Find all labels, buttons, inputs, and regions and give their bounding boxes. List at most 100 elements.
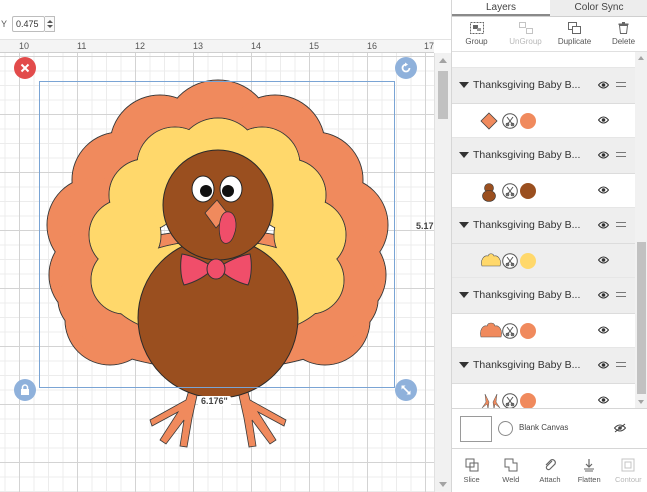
drag-handle-icon[interactable] — [616, 152, 626, 157]
scroll-up-icon[interactable] — [638, 56, 644, 60]
contour-icon — [621, 458, 635, 471]
eye-icon[interactable] — [598, 116, 609, 124]
width-dimension-label: 6.176" — [198, 396, 231, 406]
layer-color-swatch[interactable] — [520, 183, 536, 199]
resize-handle[interactable] — [395, 379, 417, 401]
attach-button[interactable]: Attach — [532, 458, 568, 484]
beak-thumbnail — [480, 112, 498, 130]
eye-icon[interactable] — [598, 186, 609, 194]
eye-icon[interactable] — [598, 221, 609, 229]
collapse-caret-icon[interactable] — [459, 362, 469, 368]
selection-box[interactable] — [39, 81, 395, 388]
panel-tabs: Layers Color Sync — [452, 0, 647, 17]
ruler-label: 10 — [19, 41, 30, 51]
eye-icon[interactable] — [598, 291, 609, 299]
drag-handle-icon[interactable] — [616, 82, 626, 87]
canvas-scrollbar[interactable] — [434, 53, 451, 492]
layer-row[interactable] — [452, 104, 635, 138]
layer-color-swatch[interactable] — [520, 393, 536, 408]
layer-row[interactable] — [452, 174, 635, 208]
weld-button[interactable]: Weld — [493, 458, 529, 484]
scissors-icon[interactable] — [502, 323, 518, 339]
tab-layers[interactable]: Layers — [452, 0, 550, 16]
horizontal-ruler: 10 11 12 13 14 15 16 17 — [0, 40, 434, 53]
stepper-down-icon[interactable] — [47, 25, 53, 28]
delete-button[interactable]: Delete — [600, 22, 647, 46]
layer-group-header[interactable]: Thanksgiving Baby B... — [452, 208, 635, 244]
delete-handle[interactable] — [14, 57, 36, 79]
layer-row[interactable] — [452, 314, 635, 348]
scrollbar-thumb[interactable] — [637, 242, 646, 394]
slice-label: Slice — [463, 474, 480, 484]
scissors-icon[interactable] — [502, 113, 518, 129]
height-dimension-label: 5.17 — [416, 221, 434, 231]
eye-icon[interactable] — [598, 81, 609, 89]
outer-feathers-thumbnail — [480, 322, 502, 338]
collapse-caret-icon[interactable] — [459, 292, 469, 298]
collapse-caret-icon[interactable] — [459, 222, 469, 228]
y-position-label: Y — [1, 19, 8, 29]
layer-group-name: Thanksgiving Baby B... — [473, 359, 581, 371]
resize-arrows-icon — [401, 385, 411, 395]
duplicate-button[interactable]: Duplicate — [551, 22, 599, 46]
ungroup-button[interactable]: UnGroup — [502, 22, 550, 46]
layer-row[interactable] — [452, 384, 635, 408]
flatten-label: Flatten — [577, 474, 601, 484]
layers-scrollbar[interactable] — [635, 52, 647, 408]
scrollbar-thumb[interactable] — [438, 71, 448, 119]
scroll-down-icon[interactable] — [439, 482, 447, 487]
drag-handle-icon[interactable] — [616, 292, 626, 297]
blank-canvas-row[interactable]: Blank Canvas — [452, 408, 647, 448]
collapse-caret-icon[interactable] — [459, 82, 469, 88]
eye-icon[interactable] — [598, 361, 609, 369]
ruler-label: 11 — [77, 41, 87, 51]
drag-handle-icon[interactable] — [616, 362, 626, 367]
delete-label: Delete — [611, 37, 636, 46]
ruler-label: 15 — [309, 41, 320, 51]
layer-row[interactable] — [452, 244, 635, 278]
tab-color-sync[interactable]: Color Sync — [550, 0, 647, 16]
layer-row[interactable] — [452, 52, 635, 68]
inner-feathers-thumbnail — [481, 253, 501, 267]
layer-group-header[interactable]: Thanksgiving Baby B... — [452, 348, 635, 384]
slice-button[interactable]: Slice — [454, 458, 490, 484]
eye-icon[interactable] — [598, 151, 609, 159]
body-thumbnail — [482, 183, 496, 202]
contour-label: Contour — [615, 474, 642, 484]
lock-proportions-handle[interactable] — [14, 379, 36, 401]
rotate-handle[interactable] — [395, 57, 417, 79]
blank-canvas-color-picker[interactable] — [498, 421, 513, 436]
layer-group-header[interactable]: Thanksgiving Baby B... — [452, 68, 635, 104]
eye-icon[interactable] — [598, 396, 609, 404]
layer-group-name: Thanksgiving Baby B... — [473, 79, 581, 91]
eye-hidden-icon[interactable] — [614, 423, 626, 433]
layer-group-header[interactable]: Thanksgiving Baby B... — [452, 278, 635, 314]
scissors-icon[interactable] — [502, 253, 518, 269]
eye-icon[interactable] — [598, 326, 609, 334]
stepper-up-icon[interactable] — [47, 20, 53, 23]
scroll-down-icon[interactable] — [638, 400, 644, 404]
blank-canvas-swatch[interactable] — [460, 416, 492, 442]
group-button[interactable]: Group — [453, 22, 501, 46]
y-position-stepper[interactable] — [45, 16, 55, 32]
ruler-label: 13 — [193, 41, 204, 51]
bottom-toolbar: Slice Weld Attach Flatten Contour — [452, 448, 647, 492]
collapse-caret-icon[interactable] — [459, 152, 469, 158]
group-icon — [469, 22, 484, 34]
eye-icon[interactable] — [598, 256, 609, 264]
layer-color-swatch[interactable] — [520, 113, 536, 129]
ungroup-label: UnGroup — [509, 37, 542, 46]
weld-label: Weld — [502, 474, 520, 484]
contour-button[interactable]: Contour — [610, 458, 646, 484]
drag-handle-icon[interactable] — [616, 222, 626, 227]
layer-color-swatch[interactable] — [520, 253, 536, 269]
scroll-up-icon[interactable] — [439, 58, 447, 63]
duplicate-label: Duplicate — [557, 37, 592, 46]
y-position-input[interactable] — [12, 16, 45, 32]
slice-icon — [465, 458, 479, 471]
flatten-button[interactable]: Flatten — [571, 458, 607, 484]
layer-group-header[interactable]: Thanksgiving Baby B... — [452, 138, 635, 174]
scissors-icon[interactable] — [502, 393, 518, 408]
scissors-icon[interactable] — [502, 183, 518, 199]
layer-color-swatch[interactable] — [520, 323, 536, 339]
